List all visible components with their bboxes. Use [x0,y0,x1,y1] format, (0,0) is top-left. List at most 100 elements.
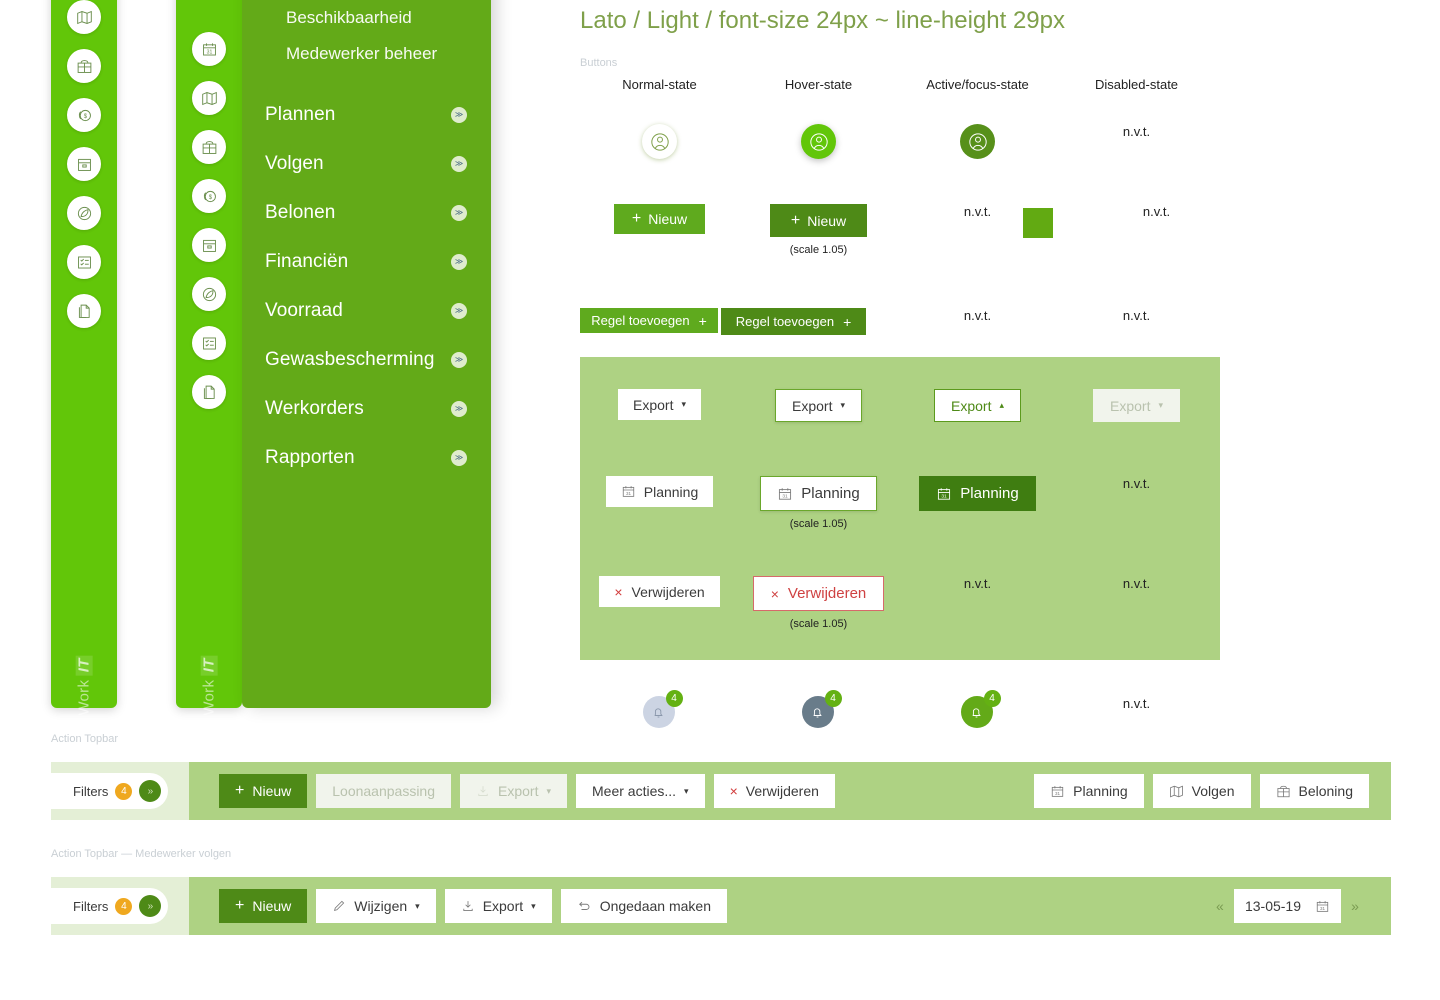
rail-icon-calendar-31[interactable]: 31 [192,32,226,66]
topbar1-meer-acties-button[interactable]: Meer acties... ▾ [576,774,705,808]
rail-icon-map-field-b[interactable] [192,81,226,115]
rail-icon-gift-grid-b[interactable] [192,130,226,164]
topbar1-nieuw-label: Nieuw [252,783,292,799]
topbar2-ongedaan-maken-button[interactable]: Ongedaan maken [560,889,727,923]
filters-expand-icon[interactable]: » [139,895,162,917]
chevron-down-icon[interactable]: ≫ [451,155,467,172]
chevron-down-icon[interactable]: ≫ [451,253,467,270]
sidebar-item-rapporten[interactable]: Rapporten ≫ [242,433,491,482]
sidebar-item-plannen[interactable]: Plannen ≫ [242,90,491,139]
topbar1-planning-button[interactable]: 31 Planning [1034,774,1144,808]
rail-icon-checklist-b[interactable] [192,326,226,360]
rail-icon-box-archive-b[interactable] [192,228,226,262]
calendar-31-icon: 31 [777,486,793,502]
rail-icon-gift-grid[interactable] [67,49,101,83]
topbar1-verwijderen-button[interactable]: × Verwijderen [713,774,835,808]
regel-toevoegen-button-normal[interactable]: Regel toevoegen + [580,308,718,333]
svg-text:31: 31 [206,49,212,55]
nieuw-button-hover[interactable]: + Nieuw [769,204,868,237]
chevron-down-icon[interactable]: ≫ [451,302,467,319]
planning-button-label: Planning [643,483,699,500]
date-input-field[interactable]: 13-05-19 31 [1233,889,1341,923]
filters-button-1[interactable]: Filters 4 » [51,773,169,809]
export-button-hover[interactable]: Export ▾ [775,389,862,422]
notification-bell-active[interactable]: 4 [960,690,1001,730]
date-prev-button[interactable]: « [1206,889,1234,923]
topbar2-wijzigen-button[interactable]: Wijzigen ▾ [316,889,436,923]
sidebar-item-label: Plannen [265,103,336,125]
topbar1-volgen-button[interactable]: Volgen [1152,774,1251,808]
notification-badge: 4 [824,690,842,707]
nieuw-button-row: + Nieuw + Nieuw (scale 1.05) n.v.t. n.v.… [580,204,1440,256]
topbar1-planning-label: Planning [1073,783,1128,799]
topbar1-left-buttons: + Nieuw Loonaanpassing Export ▾ Meer act… [189,774,835,808]
planning-button-hover[interactable]: 31 Planning [760,476,877,511]
action-topbar-2: Filters 4 » + Nieuw Wijzigen ▾ Export ▾ … [51,877,1391,935]
plus-icon: + [235,897,245,914]
avatar-button-normal[interactable] [642,124,677,159]
rail-icon-map-field[interactable] [67,0,101,34]
caret-down-icon: ▾ [840,400,845,410]
chevron-down-icon[interactable]: ≫ [451,351,467,368]
notification-bell-hover[interactable]: 4 [801,690,842,730]
rail-icon-documents-b[interactable] [192,375,226,409]
date-picker[interactable]: « 13-05-19 31 » [1206,889,1369,923]
filters-button-2[interactable]: Filters 4 » [51,888,169,924]
state-header-hover: Hover-state [784,77,853,92]
calendar-31-icon: 31 [1050,784,1065,799]
svg-text:31: 31 [783,493,789,499]
rail-icon-coin-dollar[interactable]: $ [67,98,101,132]
sidebar-item-voorraad[interactable]: Voorraad ≫ [242,286,491,335]
planning-button-normal[interactable]: 31 Planning [605,476,714,507]
chevron-down-icon[interactable]: ≫ [451,449,467,466]
sidebar-item-gewasbescherming[interactable]: Gewasbescherming ≫ [242,335,491,384]
avatar-button-active[interactable] [960,124,995,159]
filters-zone-2: Filters 4 » [51,877,189,935]
filters-expand-icon[interactable]: » [139,780,162,802]
rail-icon-leaf[interactable] [67,196,101,230]
chevron-down-icon[interactable]: ≫ [451,106,467,123]
chevron-down-icon[interactable]: ≫ [451,400,467,417]
state-header-normal: Normal-state [622,77,697,92]
notification-bell-normal[interactable]: 4 [642,690,683,730]
scale-note: (scale 1.05) [789,244,848,256]
nieuw-button-normal[interactable]: + Nieuw [613,204,706,234]
topbar1-right-buttons: 31 Planning Volgen Beloning [1034,774,1391,808]
avatar-button-hover[interactable] [801,124,836,159]
verwijderen-button-label: Verwijderen [631,583,705,600]
chevron-down-icon[interactable]: ≫ [451,204,467,221]
calendar-31-icon[interactable]: 31 [1315,899,1330,914]
topbar1-beloning-button[interactable]: Beloning [1259,774,1369,808]
export-button-normal[interactable]: Export ▾ [618,389,701,420]
export-button-active[interactable]: Export ▴ [934,389,1021,422]
rail-icon-coin-dollar-b[interactable]: $ [192,179,226,213]
verwijderen-button-row: × Verwijderen × Verwijderen (scale 1.05)… [580,576,1220,630]
topbar1-nieuw-button[interactable]: + Nieuw [219,774,308,808]
rail-icon-checklist[interactable] [67,245,101,279]
sidebar-item-financien[interactable]: Financiën ≫ [242,237,491,286]
drawer-header-beschikbaarheid[interactable]: Beschikbaarheid [242,0,491,36]
verwijderen-button-hover[interactable]: × Verwijderen [752,576,885,611]
topbar2-nieuw-button[interactable]: + Nieuw [219,889,308,923]
scale-note: (scale 1.05) [789,618,848,630]
regel-toevoegen-button-hover[interactable]: Regel toevoegen + [721,308,866,335]
sidebar-item-label: Belonen [265,201,336,223]
planning-button-active[interactable]: 31 Planning [919,476,1036,511]
rail-icon-documents[interactable] [67,294,101,328]
filters-label: Filters [73,898,109,914]
verwijderen-button-normal[interactable]: × Verwijderen [599,576,720,607]
topbar2-export-button[interactable]: Export ▾ [444,889,552,923]
export-button-row: Export ▾ Export ▾ Export ▴ Export ▾ [580,389,1220,422]
filters-count-badge: 4 [115,782,133,800]
rail-icon-leaf-b[interactable] [192,277,226,311]
rail-icon-box-archive[interactable] [67,147,101,181]
sidebar-item-volgen[interactable]: Volgen ≫ [242,139,491,188]
date-next-button[interactable]: » [1341,889,1369,923]
drawer-header-medewerker-beheer[interactable]: Medewerker beheer [242,36,491,72]
verwijderen-disabled-na: n.v.t. [1122,576,1151,591]
svg-text:31: 31 [1320,905,1326,910]
sidebar-item-belonen[interactable]: Belonen ≫ [242,188,491,237]
bell-disabled-na: n.v.t. [1122,696,1151,711]
caret-down-icon: ▾ [681,399,686,409]
sidebar-item-werkorders[interactable]: Werkorders ≫ [242,384,491,433]
